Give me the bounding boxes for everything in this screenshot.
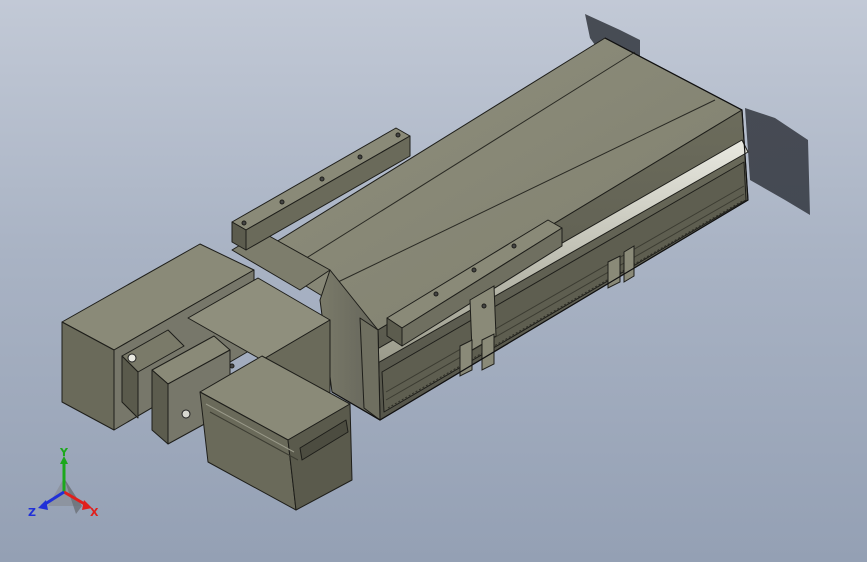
y-axis-label: Y — [59, 448, 69, 459]
graphics-viewport[interactable]: Y X Z — [0, 0, 867, 562]
3d-model-view[interactable] — [0, 0, 867, 562]
orientation-triad[interactable]: Y X Z — [26, 446, 106, 524]
z-axis-label: Z — [28, 506, 36, 519]
x-axis-label: X — [90, 506, 99, 519]
